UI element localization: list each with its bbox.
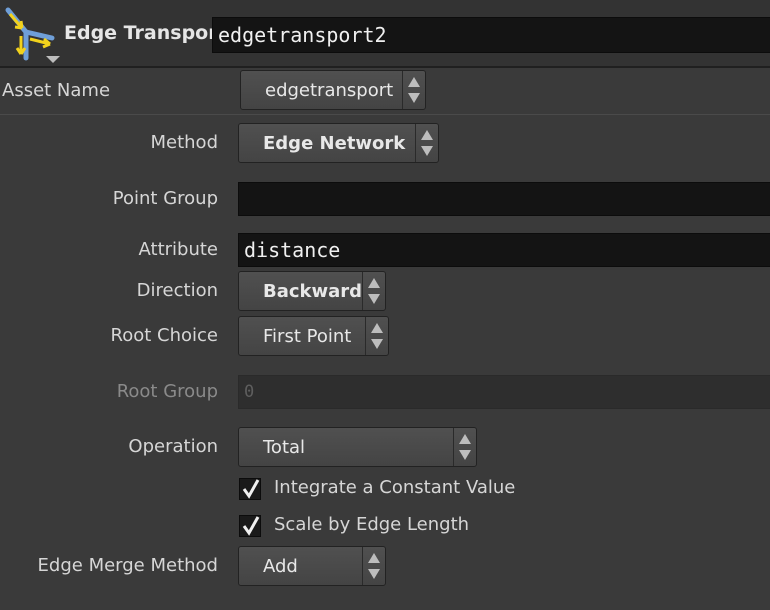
asset-name-value: edgetransport bbox=[265, 80, 394, 101]
checkmark-icon bbox=[242, 516, 260, 536]
edge-transport-node-icon[interactable] bbox=[2, 4, 64, 66]
edge-merge-value: Add bbox=[263, 556, 298, 577]
integrate-constant-label: Integrate a Constant Value bbox=[274, 477, 516, 498]
edge-merge-menu[interactable]: Add bbox=[238, 546, 386, 586]
asset-name-label: Asset Name bbox=[2, 80, 111, 101]
edge-merge-label: Edge Merge Method bbox=[37, 555, 218, 576]
up-down-arrows-icon bbox=[453, 428, 476, 466]
root-choice-value: First Point bbox=[263, 326, 352, 347]
method-label: Method bbox=[150, 132, 218, 153]
node-type-label: Edge Transport bbox=[64, 22, 227, 44]
attribute-label: Attribute bbox=[138, 239, 218, 260]
method-value: Edge Network bbox=[263, 133, 406, 154]
asset-name-row: Asset Name edgetransport bbox=[0, 66, 770, 115]
operation-label: Operation bbox=[128, 436, 218, 457]
scale-by-edge-checkbox[interactable] bbox=[239, 515, 261, 537]
up-down-arrows-icon bbox=[415, 124, 438, 162]
integrate-constant-checkbox[interactable] bbox=[239, 478, 261, 500]
node-header: Edge Transport edgetransport2 bbox=[0, 0, 770, 68]
operation-menu[interactable]: Total bbox=[238, 427, 477, 467]
scale-by-edge-label: Scale by Edge Length bbox=[274, 514, 470, 535]
asset-name-menu[interactable]: edgetransport bbox=[240, 70, 426, 110]
point-group-field[interactable] bbox=[238, 182, 770, 216]
direction-label: Direction bbox=[136, 280, 218, 301]
method-menu[interactable]: Edge Network bbox=[238, 123, 439, 163]
up-down-arrows-icon bbox=[402, 71, 425, 109]
root-group-label: Root Group bbox=[116, 381, 218, 402]
direction-menu[interactable]: Backward bbox=[238, 271, 386, 311]
up-down-arrows-icon bbox=[362, 547, 385, 585]
attribute-field[interactable]: distance bbox=[238, 233, 770, 267]
checkmark-icon bbox=[242, 479, 260, 499]
root-group-field: 0 bbox=[238, 375, 770, 409]
root-choice-label: Root Choice bbox=[110, 325, 218, 346]
up-down-arrows-icon bbox=[365, 317, 388, 355]
node-name-field[interactable]: edgetransport2 bbox=[212, 17, 770, 53]
up-down-arrows-icon bbox=[362, 272, 385, 310]
root-choice-menu[interactable]: First Point bbox=[238, 316, 389, 356]
point-group-label: Point Group bbox=[112, 188, 218, 209]
direction-value: Backward bbox=[263, 281, 363, 302]
operation-value: Total bbox=[263, 437, 306, 458]
